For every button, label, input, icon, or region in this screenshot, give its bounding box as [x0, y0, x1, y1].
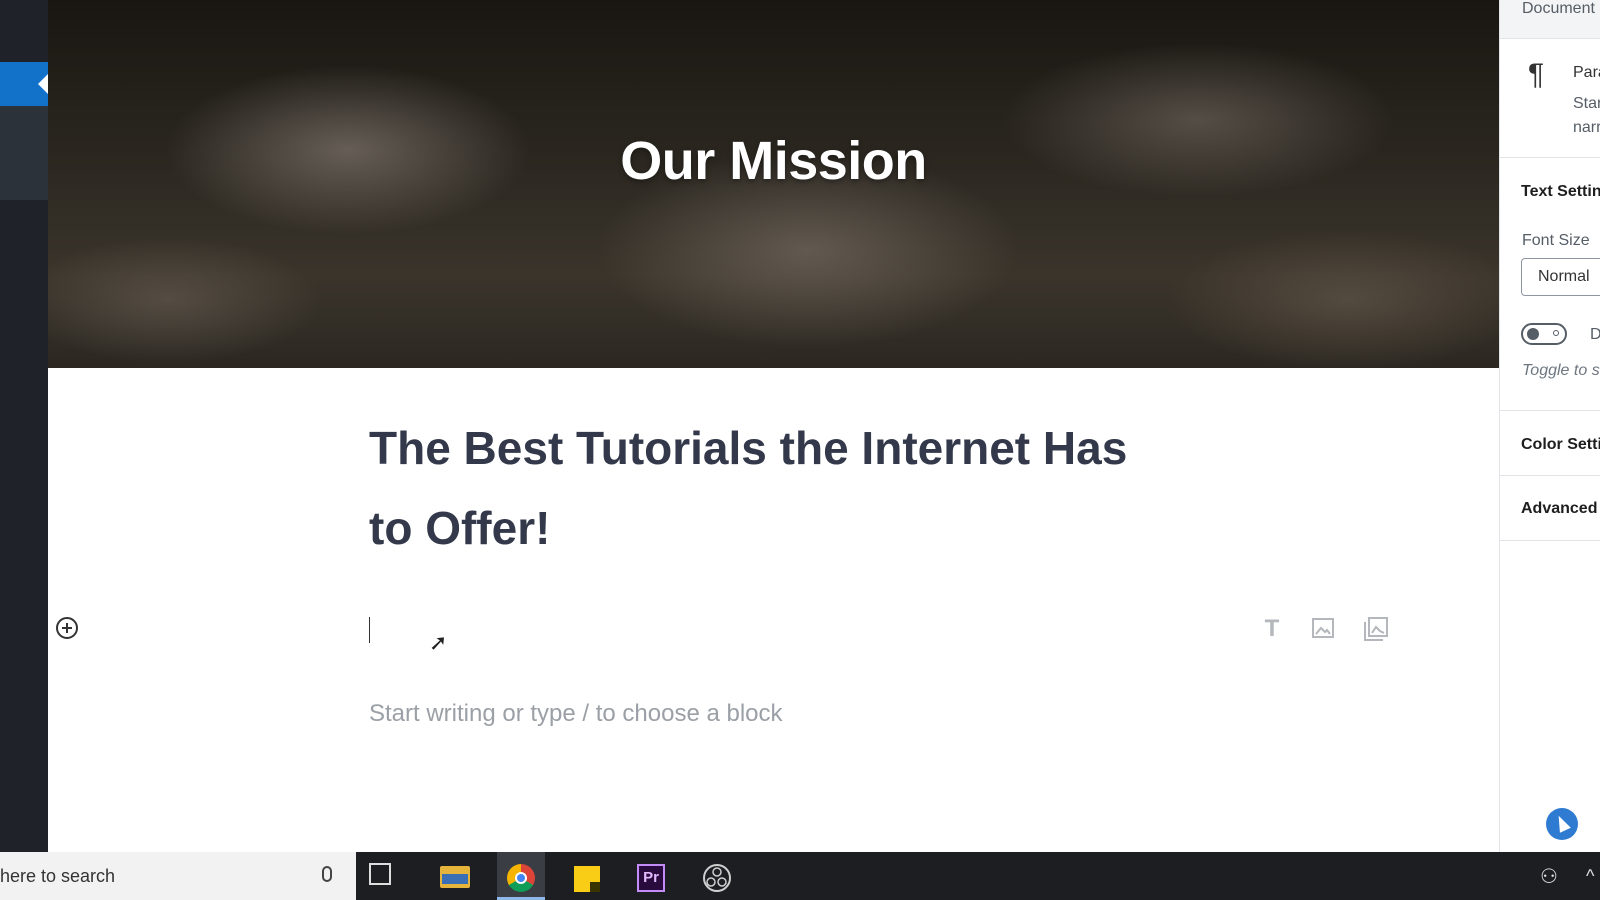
help-bubble-icon[interactable] [1546, 808, 1578, 840]
panel-color-settings[interactable]: Color Setti [1521, 436, 1600, 454]
divider [1500, 410, 1600, 411]
font-size-label: Font Size [1522, 232, 1590, 249]
mouse-pointer-icon: ➚ [429, 630, 448, 655]
cover-title[interactable]: Our Mission [48, 130, 1499, 192]
block-title: Para [1573, 64, 1600, 81]
admin-sidebar [0, 0, 48, 852]
paragraph-icon: ¶ [1528, 58, 1545, 91]
taskbar: here to search Pr ⚇ ^ [0, 852, 1600, 900]
panel-advanced[interactable]: Advanced [1521, 500, 1597, 518]
panel-text-settings[interactable]: Text Settin [1521, 183, 1600, 201]
cover-block[interactable]: Our Mission [48, 0, 1499, 368]
tray-chevron-up-icon[interactable]: ^ [1586, 866, 1594, 887]
divider [1500, 157, 1600, 158]
editor-canvas: Our Mission The Best Tutorials the Inter… [48, 0, 1499, 852]
paragraph-T-icon[interactable]: T [1259, 616, 1285, 642]
admin-submenu [0, 106, 48, 200]
drop-cap-toggle[interactable] [1521, 323, 1567, 345]
file-explorer-icon[interactable] [440, 866, 470, 888]
toggle-off-icon [1553, 330, 1559, 336]
premiere-pro-icon[interactable]: Pr [637, 864, 665, 892]
gallery-icon[interactable] [1363, 616, 1389, 642]
block-placeholder[interactable]: Start writing or type / to choose a bloc… [369, 700, 783, 728]
heading-block[interactable]: The Best Tutorials the Internet Has to O… [369, 408, 1169, 568]
divider [1500, 540, 1600, 541]
tab-document[interactable]: Document [1522, 0, 1595, 18]
add-block-icon[interactable] [56, 617, 78, 639]
task-view-icon[interactable] [369, 863, 391, 885]
toggle-knob-icon [1527, 328, 1539, 340]
toggle-label: D [1590, 326, 1600, 344]
chrome-icon[interactable] [507, 864, 535, 892]
obs-icon[interactable] [703, 864, 731, 892]
divider [1500, 475, 1600, 476]
text-caret [369, 617, 370, 643]
sticky-notes-icon[interactable] [574, 866, 600, 892]
admin-active-menu-item[interactable] [0, 62, 48, 106]
toggle-help-text: Toggle to s [1522, 362, 1600, 379]
search-placeholder: here to search [0, 866, 116, 886]
block-description: Star narr [1573, 92, 1600, 140]
active-pointer-icon [38, 74, 48, 94]
people-icon[interactable]: ⚇ [1540, 864, 1562, 888]
taskbar-search[interactable]: here to search [0, 852, 356, 900]
font-size-select[interactable]: Normal [1521, 258, 1600, 296]
block-description-line: Star [1573, 95, 1600, 112]
image-icon[interactable] [1310, 616, 1336, 642]
block-description-line: narr [1573, 119, 1600, 136]
microphone-icon[interactable] [322, 866, 332, 882]
settings-sidebar: Document ¶ Para Star narr Text Settin Fo… [1499, 0, 1600, 852]
